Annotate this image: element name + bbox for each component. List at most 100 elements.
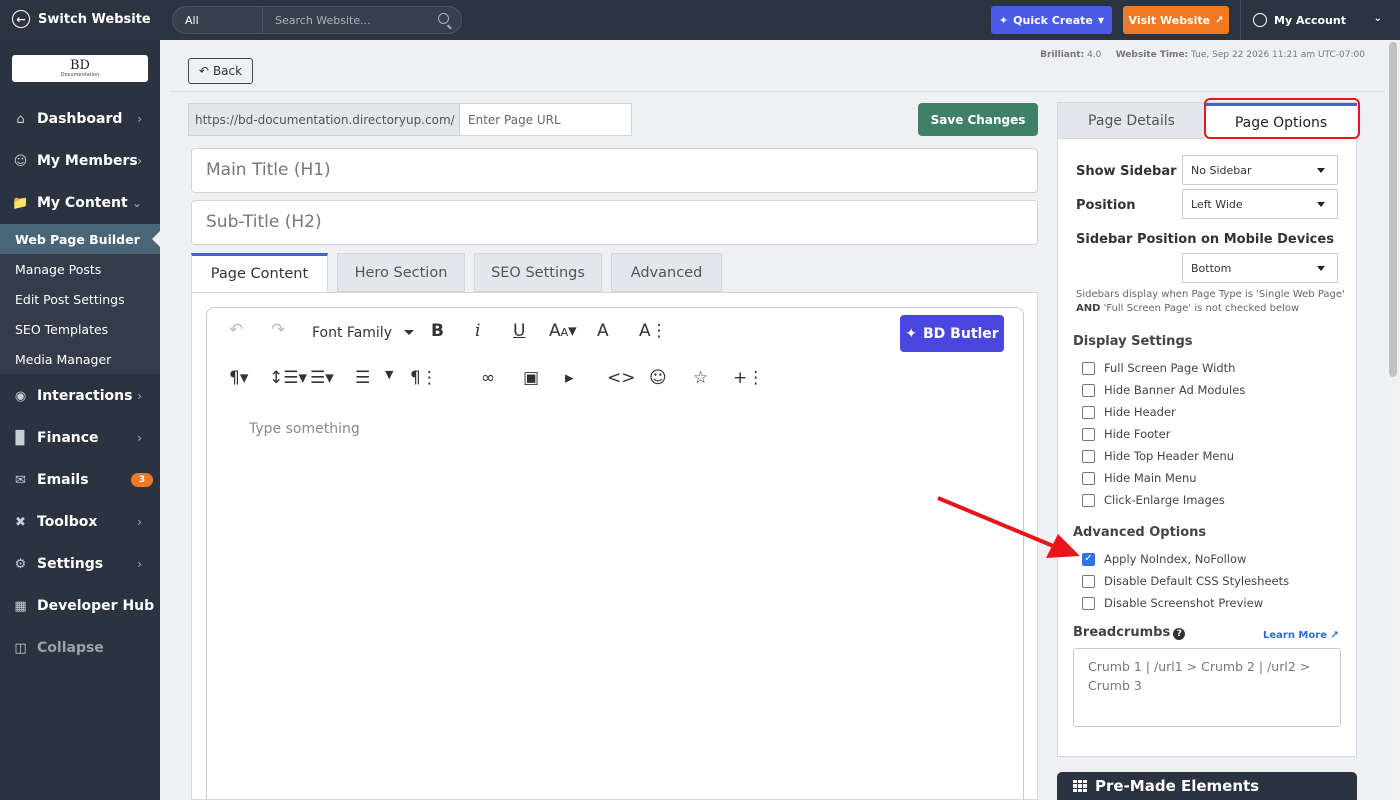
font-size-icon[interactable]: AA▾: [549, 321, 577, 341]
video-icon[interactable]: ▸: [565, 368, 574, 388]
sidebar-item-settings[interactable]: ⚙ Settings ›: [0, 543, 160, 585]
more-insert-icon[interactable]: +⋮: [733, 368, 764, 388]
sidebar-subitem-web-page-builder[interactable]: Web Page Builder: [0, 224, 160, 254]
subtitle-input[interactable]: Sub-Title (H2): [191, 200, 1038, 245]
sidebar-item-label: Developer Hub: [37, 598, 155, 614]
show-sidebar-select[interactable]: No Sidebar: [1182, 155, 1338, 185]
bd-butler-button[interactable]: ✦ BD Butler: [900, 315, 1004, 352]
sidebar-item-emails[interactable]: ✉ Emails 3: [0, 459, 160, 501]
text-color-icon[interactable]: A: [597, 321, 609, 341]
paragraph-styles-icon[interactable]: ¶⋮: [410, 368, 438, 388]
visit-website-button[interactable]: Visit Website ↗: [1123, 6, 1229, 34]
option-label: Disable Default CSS Stylesheets: [1104, 574, 1290, 588]
page-scrollbar[interactable]: [1386, 40, 1400, 800]
list-icon[interactable]: ☰: [355, 368, 370, 388]
sidebar-subitem-manage-posts[interactable]: Manage Posts: [0, 254, 160, 284]
sidebar-subitem-edit-post-settings[interactable]: Edit Post Settings: [0, 284, 160, 314]
page-url-input[interactable]: Enter Page URL: [459, 103, 632, 136]
option-hide-main-menu[interactable]: Hide Main Menu: [1082, 471, 1197, 485]
checkbox[interactable]: [1082, 361, 1095, 375]
checkbox[interactable]: [1082, 596, 1095, 610]
sidebar-item-interactions[interactable]: ◉ Interactions ›: [0, 375, 160, 417]
option-hide-header[interactable]: Hide Header: [1082, 405, 1176, 419]
grid-icon: ▦: [14, 598, 27, 614]
line-height-icon[interactable]: ↕☰▾: [269, 368, 307, 388]
breadcrumbs-input[interactable]: Crumb 1 | /url1 > Crumb 2 | /url2 > Crum…: [1073, 648, 1341, 727]
sidebar-subitem-seo-templates[interactable]: SEO Templates: [0, 314, 160, 344]
option-click-enlarge-images[interactable]: Click-Enlarge Images: [1082, 493, 1225, 507]
tab-hero-section[interactable]: Hero Section: [337, 253, 465, 292]
my-account-menu[interactable]: My Account ⌄: [1240, 0, 1390, 40]
website-time-label: Website Time:: [1115, 50, 1189, 60]
sidebar-collapse-button[interactable]: ◫ Collapse: [0, 627, 160, 669]
position-label: Position: [1076, 198, 1136, 213]
bold-icon[interactable]: B: [431, 321, 444, 341]
option-disable-default-css[interactable]: Disable Default CSS Stylesheets: [1082, 574, 1289, 588]
chevron-down-icon: [1317, 202, 1325, 207]
link-icon[interactable]: ∞: [481, 368, 495, 388]
paragraph-format-icon[interactable]: ¶▾: [229, 368, 248, 388]
learn-more-link[interactable]: Learn More ↗: [1263, 630, 1339, 641]
checkbox[interactable]: [1082, 383, 1095, 397]
main-title-input[interactable]: Main Title (H1): [191, 148, 1038, 193]
mobile-position-value: Bottom: [1191, 262, 1232, 275]
pre-made-elements-header[interactable]: Pre-Made Elements: [1057, 772, 1357, 800]
tab-seo-settings[interactable]: SEO Settings: [474, 253, 602, 292]
tab-advanced[interactable]: Advanced: [611, 253, 722, 292]
sidebar-item-dashboard[interactable]: ⌂ Dashboard ›: [0, 98, 160, 140]
home-icon: ⌂: [16, 111, 25, 127]
italic-icon[interactable]: i: [475, 321, 480, 341]
sidebar-subitem-media-manager[interactable]: Media Manager: [0, 344, 160, 374]
checkbox[interactable]: [1082, 471, 1095, 485]
switch-website-button[interactable]: ← Switch Website: [12, 10, 151, 28]
search-scope-select[interactable]: All: [173, 7, 263, 33]
underline-icon[interactable]: U: [513, 321, 525, 341]
option-disable-screenshot-preview[interactable]: Disable Screenshot Preview: [1082, 596, 1263, 610]
option-label: Hide Main Menu: [1104, 471, 1197, 485]
option-hide-banner-ads[interactable]: Hide Banner Ad Modules: [1082, 383, 1245, 397]
tab-page-content[interactable]: Page Content: [191, 253, 328, 292]
sidebar-item-finance[interactable]: ▉ Finance ›: [0, 417, 160, 459]
back-label: Back: [212, 64, 243, 78]
collapse-icon: ◫: [14, 640, 27, 656]
search-icon[interactable]: [438, 13, 449, 24]
sidebar-item-my-members[interactable]: ☺ My Members ›: [0, 140, 160, 182]
star-icon[interactable]: ☆: [693, 368, 708, 388]
tab-page-details[interactable]: Page Details: [1058, 103, 1205, 139]
breadcrumbs-title-text: Breadcrumbs: [1073, 625, 1171, 640]
url-prefix: https://bd-documentation.directoryup.com…: [188, 103, 460, 136]
redo-icon[interactable]: ↷: [271, 320, 285, 340]
checkbox[interactable]: [1082, 405, 1095, 419]
sidebar-item-toolbox[interactable]: ✖ Toolbox ›: [0, 501, 160, 543]
font-family-select[interactable]: Font Family: [312, 325, 392, 341]
pre-made-elements-label: Pre-Made Elements: [1095, 777, 1260, 795]
code-icon[interactable]: <>: [607, 368, 636, 388]
sidebar-item-my-content[interactable]: 📁 My Content ⌄: [0, 182, 160, 224]
chevron-down-icon[interactable]: ▼: [385, 368, 393, 381]
site-logo[interactable]: BD Documentation: [12, 55, 148, 82]
emoji-icon[interactable]: ☺: [649, 368, 667, 388]
option-label: Click-Enlarge Images: [1104, 493, 1225, 507]
option-hide-footer[interactable]: Hide Footer: [1082, 427, 1170, 441]
image-icon[interactable]: ▣: [523, 368, 539, 388]
align-icon[interactable]: ☰▾: [310, 368, 334, 388]
option-full-screen-width[interactable]: Full Screen Page Width: [1082, 361, 1235, 375]
help-icon[interactable]: ?: [1173, 628, 1186, 640]
option-hide-top-header-menu[interactable]: Hide Top Header Menu: [1082, 449, 1234, 463]
text-style-icon[interactable]: A⋮: [639, 321, 668, 341]
editor-placeholder[interactable]: Type something: [249, 421, 360, 437]
scrollbar-thumb[interactable]: [1389, 42, 1397, 377]
checkbox[interactable]: [1082, 427, 1095, 441]
checkbox[interactable]: [1082, 449, 1095, 463]
quick-create-button[interactable]: ✦ Quick Create ▼: [991, 6, 1112, 34]
sidebar-item-developer-hub[interactable]: ▦ Developer Hub: [0, 585, 160, 627]
save-changes-button[interactable]: Save Changes: [918, 103, 1038, 136]
back-button[interactable]: ↶ Back: [188, 58, 253, 84]
checkbox[interactable]: [1082, 574, 1095, 588]
option-apply-noindex-nofollow[interactable]: ✓ Apply NoIndex, NoFollow: [1082, 552, 1246, 566]
undo-icon[interactable]: ↶: [229, 320, 243, 340]
mobile-position-select[interactable]: Bottom: [1182, 253, 1338, 283]
search-input[interactable]: Search Website...: [263, 7, 461, 33]
position-select[interactable]: Left Wide: [1182, 189, 1338, 219]
bar-chart-icon: ▉: [15, 430, 26, 446]
